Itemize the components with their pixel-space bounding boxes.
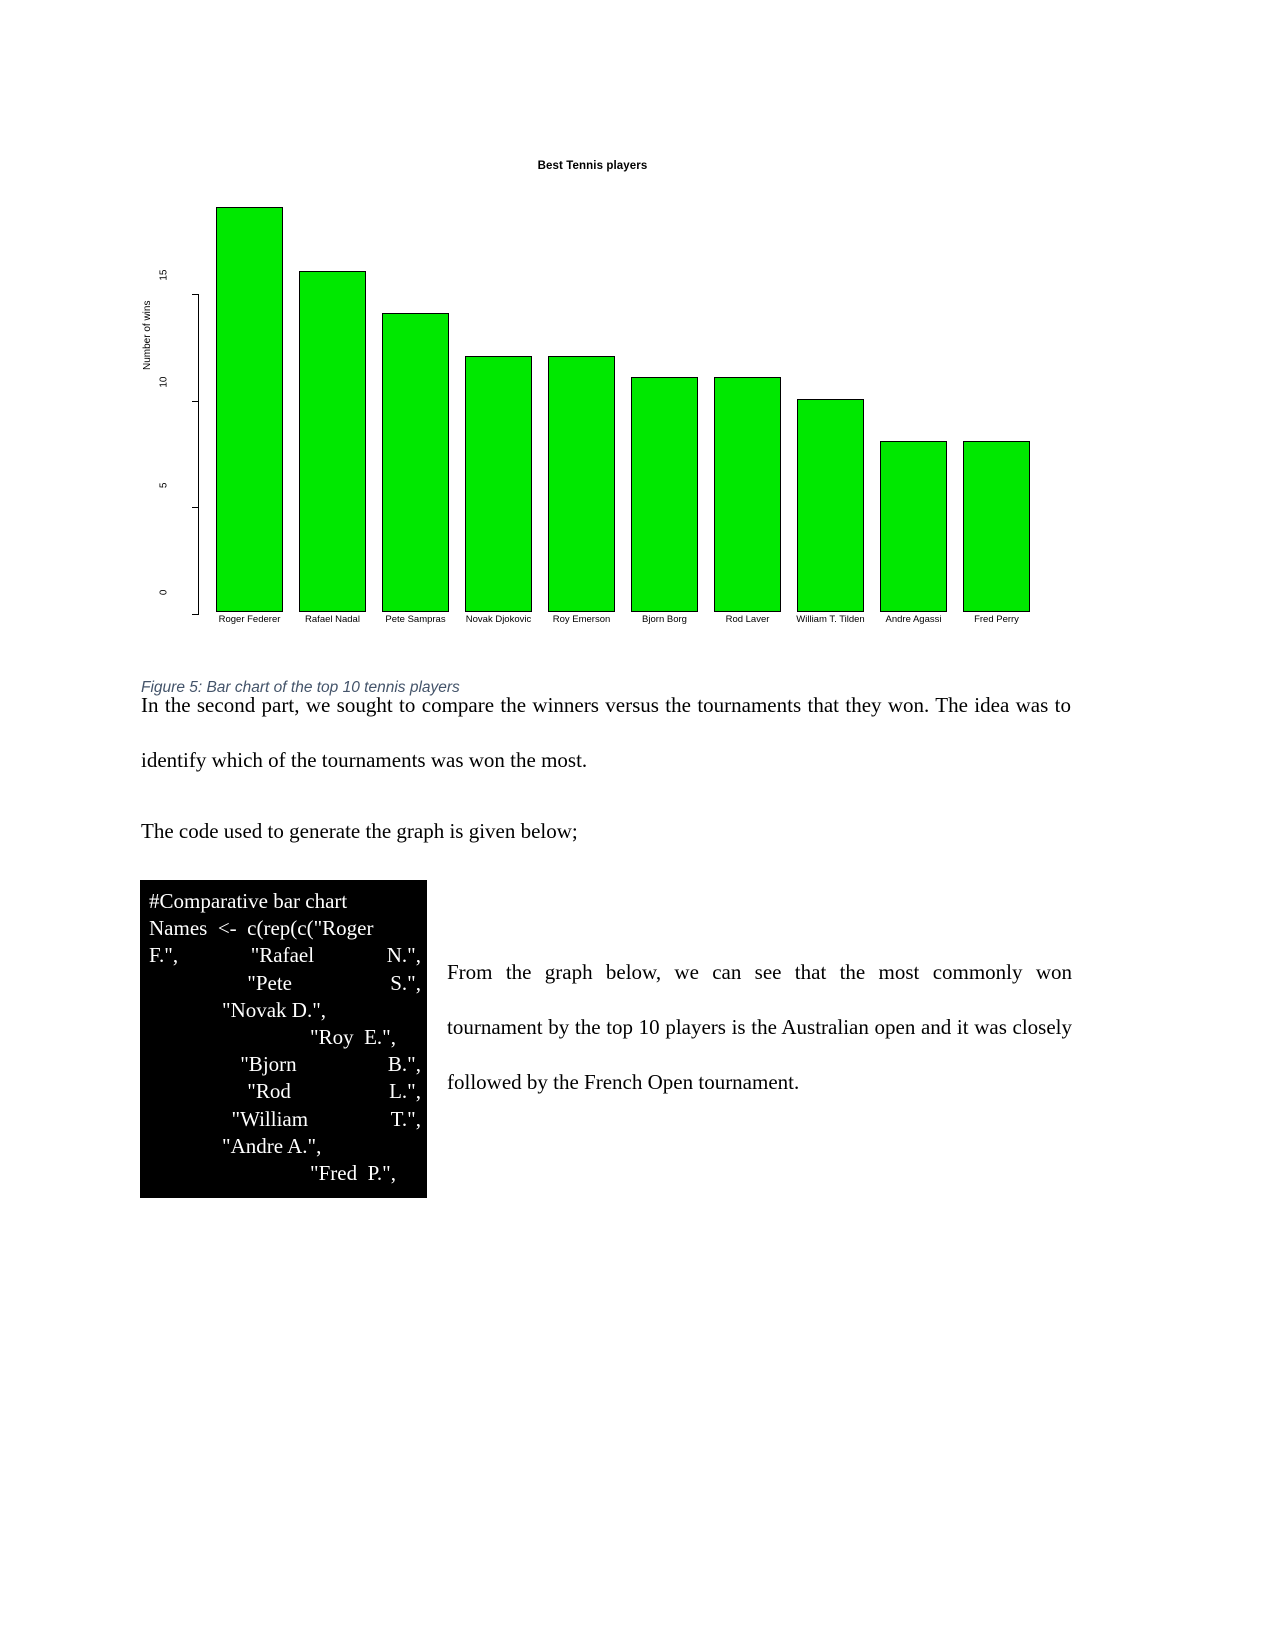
x-axis-label: William T. Tilden	[796, 614, 865, 625]
code-line: "Pete S.",	[247, 970, 421, 995]
y-axis-tick-label: 10	[158, 376, 170, 388]
y-axis-tick	[192, 614, 199, 615]
document-page: Best Tennis players Number of wins 0 5 10 1…	[0, 0, 1275, 1651]
bar-cell	[789, 196, 872, 612]
y-axis-tick	[192, 400, 199, 402]
bar-cell	[457, 196, 540, 612]
bar-cell	[540, 196, 623, 612]
y-axis-tick-label: 5	[158, 482, 170, 489]
x-axis-label: Roy Emerson	[552, 614, 611, 625]
x-axis-tick-labels: Roger Federer Rafael Nadal Pete Sampras Nov…	[208, 614, 1038, 625]
chart-plot-area: Number of wins 0 5 10 15 Roger Federer Rafae…	[140, 190, 1045, 625]
bar-chart-figure: Best Tennis players Number of wins 0 5 10 1…	[140, 150, 1045, 630]
x-axis-label: Roger Federer	[218, 614, 281, 625]
bar-cell	[208, 196, 291, 612]
bar	[382, 313, 449, 612]
code-line: "Novak D.",	[222, 997, 327, 1022]
bar-cell	[706, 196, 789, 612]
bar	[465, 356, 532, 612]
x-axis-label: Fred Perry	[974, 614, 1019, 625]
paragraph-second-part: In the second part, we sought to compare…	[141, 693, 1071, 772]
bar	[216, 206, 283, 612]
bar	[631, 377, 698, 612]
bar	[963, 441, 1030, 612]
bar-cell	[623, 196, 706, 612]
y-axis-tick-label: 15	[158, 269, 170, 281]
y-axis-tick-label: 0	[158, 589, 170, 596]
chart-title: Best Tennis players	[537, 160, 648, 172]
code-line: Names <- c(rep(c("Roger	[149, 916, 374, 941]
bar-cell	[955, 196, 1038, 612]
code-line: "Bjorn B.",	[240, 1052, 421, 1077]
bar-cell	[291, 196, 374, 612]
x-axis-label: Rod Laver	[725, 614, 770, 625]
x-axis-label: Andre Agassi	[885, 614, 942, 625]
y-axis-tick	[192, 507, 199, 509]
code-line: "Fred P.",	[310, 1161, 396, 1186]
bar	[714, 377, 781, 612]
x-axis-label: Bjorn Borg	[642, 614, 687, 625]
bar-series	[208, 196, 1038, 612]
y-axis-tick	[192, 294, 199, 295]
code-line: "William T.",	[231, 1106, 421, 1131]
paragraph-graph-observation: From the graph below, we can see that th…	[447, 960, 1072, 1094]
code-line: "Andre A.",	[222, 1133, 322, 1158]
paragraph-code-intro: The code used to generate the graph is g…	[141, 819, 578, 843]
bar	[299, 270, 366, 612]
y-axis-line	[198, 295, 199, 614]
bar-cell	[872, 196, 955, 612]
code-line: "Rod L.",	[247, 1079, 421, 1104]
bar	[797, 398, 864, 612]
x-axis-label: Novak Djokovic	[465, 614, 532, 625]
x-axis-label: Rafael Nadal	[305, 614, 360, 625]
code-block: #Comparative bar chart Names <- c(rep(c("…	[140, 880, 427, 1198]
code-line: #Comparative bar chart	[149, 889, 348, 913]
code-line: F.", "Rafael N.",	[149, 943, 421, 968]
bar	[548, 356, 615, 612]
bar	[880, 441, 947, 612]
y-axis-title: Number of wins	[142, 300, 153, 370]
x-axis-label: Pete Sampras	[385, 614, 446, 625]
code-line: "Roy E.",	[310, 1025, 396, 1050]
bar-cell	[374, 196, 457, 612]
